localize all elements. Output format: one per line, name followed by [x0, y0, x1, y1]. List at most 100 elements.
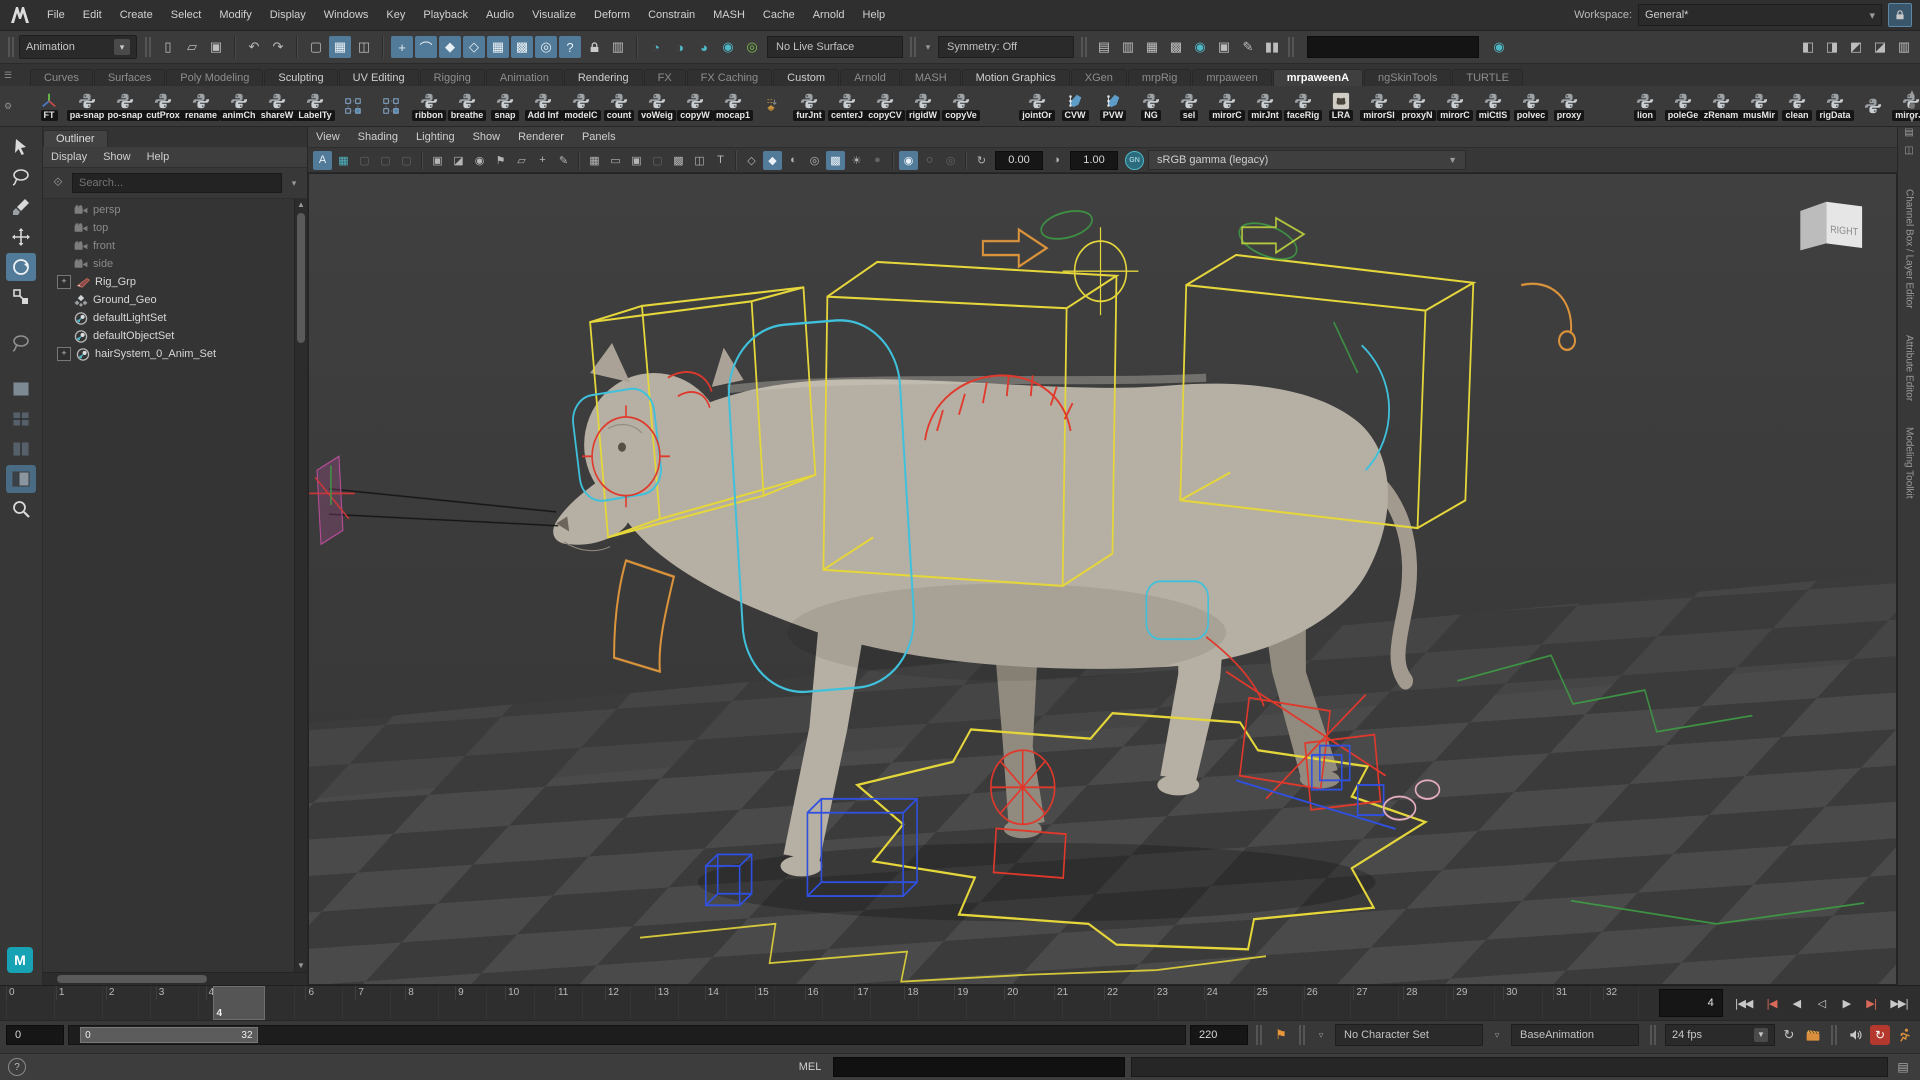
contrast-icon[interactable]: ◑ — [1047, 151, 1066, 170]
layout-outliner-persp[interactable] — [6, 465, 36, 493]
shelf-tab[interactable]: mrpaween — [1192, 69, 1271, 86]
reference-cube[interactable]: RIGHT — [1800, 202, 1862, 251]
viewport-menu-item[interactable]: View — [316, 131, 340, 143]
go-to-start-button[interactable]: |◀◀ — [1729, 991, 1759, 1015]
shelf-button[interactable]: LRA — [1322, 92, 1360, 121]
shelf-button[interactable]: ribbon — [410, 92, 448, 121]
shelf-tab[interactable]: Poly Modeling — [166, 69, 263, 86]
shelf-button[interactable]: LabelTy — [296, 92, 334, 121]
lock-selection-icon[interactable] — [583, 36, 605, 58]
menu-item[interactable]: Help — [854, 0, 895, 30]
input-operations-icon[interactable]: ◔ — [645, 36, 667, 58]
maya-badge[interactable]: M — [7, 947, 33, 973]
shelf-button[interactable]: PVW — [1094, 92, 1132, 121]
current-frame-field[interactable]: 4 — [1659, 989, 1723, 1017]
shelf-button[interactable]: pa-snap — [68, 92, 106, 121]
viewport-icon[interactable] — [421, 151, 423, 170]
sidebar-vertical-tab[interactable]: Attribute Editor — [1904, 335, 1915, 401]
shelf-tab[interactable]: Motion Graphics — [962, 69, 1070, 86]
ipr-render-icon[interactable]: ▦ — [1141, 36, 1163, 58]
sidebar-vertical-tab[interactable]: Channel Box / Layer Editor — [1904, 189, 1915, 309]
shelf-tab[interactable]: Rigging — [420, 69, 485, 86]
play-forwards-button[interactable]: ▶ — [1834, 991, 1858, 1015]
outliner-item[interactable]: + hairSystem_0_Anim_Set — [43, 345, 294, 363]
grip-handle[interactable] — [910, 37, 917, 57]
shelf-button[interactable]: proxy — [1550, 92, 1588, 121]
play-backwards-button[interactable]: ◁ — [1809, 991, 1833, 1015]
sidebar-modeling-toolkit-icon[interactable]: ◪ — [1869, 36, 1891, 58]
outliner-item[interactable]: defaultObjectSet — [43, 327, 294, 345]
shelf-button[interactable]: clean — [1778, 92, 1816, 121]
joint-xray-icon[interactable]: ◎ — [941, 151, 960, 170]
scroll-up-icon[interactable]: ▲ — [295, 199, 307, 211]
range-start-handle[interactable]: 0 — [85, 1030, 91, 1041]
menu-item[interactable]: Constrain — [639, 0, 704, 30]
range-track[interactable]: 0 32 — [68, 1025, 1186, 1045]
shelf-tab[interactable]: ngSkinTools — [1364, 69, 1451, 86]
viewport-icon[interactable] — [965, 151, 967, 170]
anim-layer-field[interactable]: BaseAnimation — [1511, 1024, 1639, 1046]
shelf-tab[interactable]: Arnold — [840, 69, 900, 86]
range-end-handle[interactable]: 32 — [241, 1030, 252, 1041]
menu-item[interactable]: Edit — [74, 0, 111, 30]
hypershade-icon[interactable]: ◉ — [1189, 36, 1211, 58]
shelf-button[interactable]: rigidW — [904, 92, 942, 121]
shelf-tab[interactable]: XGen — [1071, 69, 1127, 86]
shelf-button[interactable]: shareW — [258, 92, 296, 121]
step-back-key-button[interactable]: |◀ — [1759, 991, 1783, 1015]
gamma-badge-icon[interactable]: GN — [1125, 151, 1144, 170]
render-settings-icon[interactable]: ▩ — [1165, 36, 1187, 58]
rotate-tool[interactable] — [6, 253, 36, 281]
workspace-select[interactable]: General* ▾ — [1638, 4, 1882, 26]
grip-handle[interactable] — [1299, 1025, 1306, 1045]
symmetry-field[interactable]: Symmetry: Off — [938, 36, 1074, 58]
menu-set-select[interactable]: Animation ▾ — [19, 35, 137, 59]
shelf-menu-icon[interactable]: ☰ — [4, 70, 12, 81]
viewport-3d-scene[interactable]: RIGHT — [308, 173, 1897, 985]
image-plane-icon[interactable]: ▱ — [512, 151, 531, 170]
film-gate-icon[interactable]: ▭ — [606, 151, 625, 170]
display-option-icon-1[interactable]: ▢ — [355, 151, 374, 170]
viewport-menu-item[interactable]: Show — [473, 131, 501, 143]
field-chart-icon[interactable]: ▩ — [669, 151, 688, 170]
menu-item[interactable]: MASH — [704, 0, 754, 30]
grip-handle[interactable] — [1081, 37, 1088, 57]
expand-icon[interactable]: + — [57, 347, 71, 361]
shelf-button[interactable]: zRenam — [1702, 92, 1740, 121]
grid-toggle-icon[interactable]: ▦ — [585, 151, 604, 170]
shelf-button[interactable]: count — [600, 92, 638, 121]
scale-tool[interactable] — [6, 283, 36, 311]
outliner-item[interactable]: front — [43, 237, 294, 255]
select-camera-icon[interactable]: ▣ — [428, 151, 447, 170]
shelf-tab[interactable]: mrpaweenA — [1273, 69, 1363, 86]
undo-icon[interactable]: ↶ — [243, 36, 265, 58]
shelf-button[interactable]: jointOr — [1018, 92, 1056, 121]
layout-single-pane[interactable] — [6, 375, 36, 403]
display-option-icon-3[interactable]: ▢ — [397, 151, 416, 170]
menu-item[interactable]: Deform — [585, 0, 639, 30]
shelf-button[interactable]: rigData — [1816, 92, 1854, 121]
fps-select[interactable]: 24 fps ▼ — [1665, 1024, 1775, 1046]
outliner-item[interactable]: + Rig_Grp — [43, 273, 294, 291]
shelf-tab[interactable]: Custom — [773, 69, 839, 86]
scroll-down-icon[interactable]: ▼ — [1908, 115, 1916, 124]
scroll-thumb[interactable] — [297, 213, 305, 343]
viewport-icon[interactable] — [892, 151, 894, 170]
snap-view-plane-icon[interactable]: ▦ — [487, 36, 509, 58]
quick-select-input[interactable] — [1307, 36, 1479, 58]
wireframe-mode-icon[interactable]: ◇ — [742, 151, 761, 170]
pause-viewport-icon[interactable]: ▮▮ — [1261, 36, 1283, 58]
shelf-button[interactable]: animCh — [220, 92, 258, 121]
layout-split-pane[interactable] — [6, 435, 36, 463]
display-option-icon-2[interactable]: ▢ — [376, 151, 395, 170]
menu-item[interactable]: File — [38, 0, 74, 30]
mute-audio-icon[interactable] — [1846, 1025, 1866, 1045]
sidebar-mini-icon[interactable]: ◫ — [1904, 145, 1913, 163]
script-editor-icon[interactable]: ▤ — [1894, 1060, 1912, 1074]
paint-select-tool[interactable] — [6, 193, 36, 221]
menu-item[interactable]: Arnold — [804, 0, 854, 30]
shadows-icon[interactable]: ▩ — [826, 151, 845, 170]
filter-icon[interactable]: ⟐ — [49, 175, 67, 191]
lock-camera-icon[interactable]: ◪ — [449, 151, 468, 170]
menu-item[interactable]: Key — [377, 0, 414, 30]
